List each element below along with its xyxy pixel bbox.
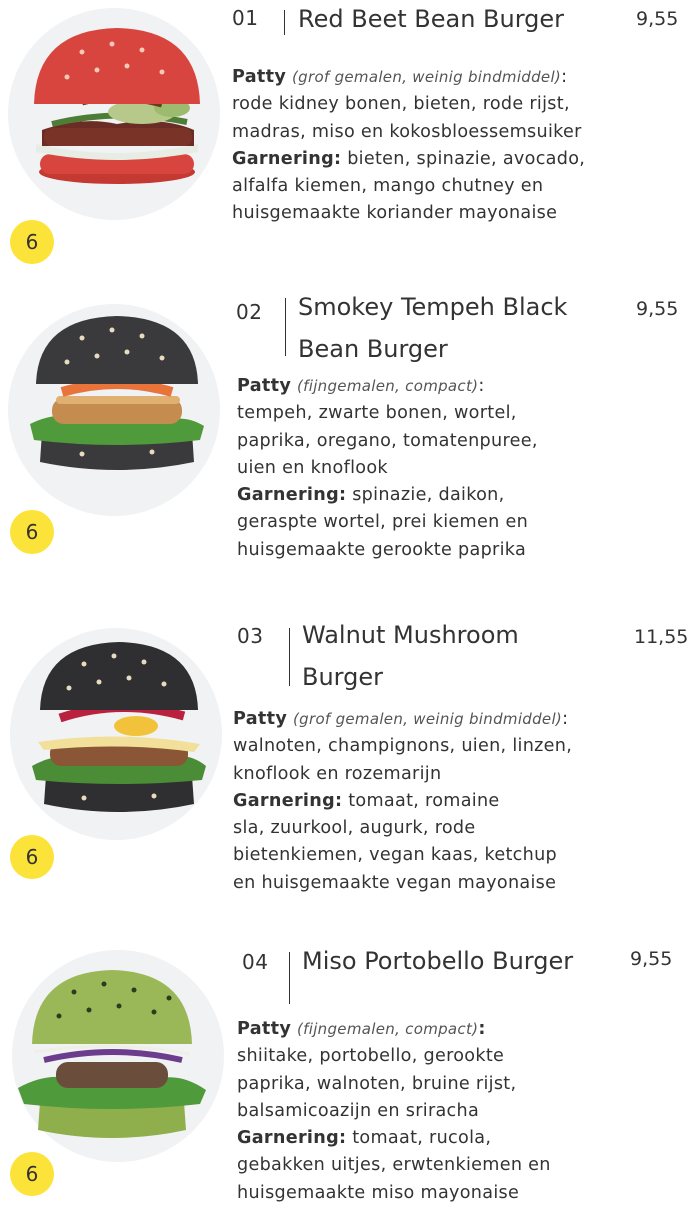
patty-label: Patty bbox=[237, 1019, 292, 1039]
item-price: 9,55 bbox=[636, 298, 679, 320]
patty-line: balsamicoazijn en sriracha bbox=[237, 1100, 480, 1121]
patty-line: tempeh, zwarte bonen, wortel, bbox=[237, 403, 517, 424]
garnish-line: geraspte wortel, prei kiemen en bbox=[237, 512, 529, 533]
item-name-line: Bean Burger bbox=[298, 335, 448, 363]
divider bbox=[284, 10, 285, 35]
item-name-line: Burger bbox=[302, 663, 383, 691]
patty-label: Patty bbox=[233, 709, 288, 729]
tempeh-black-burger-photo bbox=[30, 316, 204, 470]
patty-colon: : bbox=[561, 67, 568, 87]
patty-line: uien en knoflook bbox=[237, 457, 388, 478]
garnish-first: tomaat, romaine bbox=[342, 790, 500, 811]
patty-colon: : bbox=[562, 709, 569, 729]
patty-colon: : bbox=[478, 376, 485, 396]
garnish-first: spinazie, daikon, bbox=[346, 485, 505, 506]
garnish-line: huisgemaakte miso mayonaise bbox=[237, 1182, 520, 1203]
garnish-line: en huisgemaakte vegan mayonaise bbox=[233, 872, 557, 893]
patty-line: knoflook en rozemarijn bbox=[233, 763, 442, 784]
patty-line: shiitake, portobello, gerookte bbox=[237, 1046, 505, 1067]
item-price: 9,55 bbox=[630, 948, 673, 970]
patty-colon: : bbox=[478, 1019, 486, 1039]
badge: 6 bbox=[10, 835, 54, 879]
item-description: Patty (fijngemalen, compact): shiitake, … bbox=[237, 1016, 551, 1207]
garnish-label: Garnering: bbox=[237, 1128, 347, 1149]
item-description: Patty (grof gemalen, weinig bindmiddel):… bbox=[232, 64, 585, 228]
patty-line: paprika, walnoten, bruine rijst, bbox=[237, 1073, 517, 1094]
patty-note: (fijngemalen, compact) bbox=[297, 1020, 479, 1038]
item-name: Miso Portobello Burger bbox=[302, 947, 574, 975]
red-beet-burger-photo bbox=[34, 28, 200, 184]
garnish-line: bietenkiemen, vegan kaas, ketchup bbox=[233, 845, 558, 866]
item-name-line: Walnut Mushroom bbox=[302, 621, 519, 649]
walnut-mushroom-burger-photo bbox=[32, 642, 206, 812]
item-name-line: Smokey Tempeh Black bbox=[298, 293, 568, 321]
divider bbox=[289, 952, 290, 1004]
patty-label: Patty bbox=[237, 376, 292, 396]
badge: 6 bbox=[10, 220, 54, 264]
item-price: 11,55 bbox=[634, 626, 689, 648]
patty-label: Patty bbox=[232, 67, 287, 87]
patty-line: paprika, oregano, tomatenpuree, bbox=[237, 430, 538, 451]
garnish-first: tomaat, rucola, bbox=[346, 1128, 492, 1149]
divider bbox=[285, 298, 286, 356]
item-name: Red Beet Bean Burger bbox=[298, 5, 565, 33]
badge: 6 bbox=[10, 510, 54, 554]
garnish-line: sla, zuurkool, augurk, rode bbox=[233, 818, 476, 839]
garnish-line: huisgemaakte koriander mayonaise bbox=[232, 203, 558, 224]
garnish-label: Garnering: bbox=[237, 485, 347, 506]
miso-portobello-burger-photo bbox=[18, 970, 206, 1138]
item-description: Patty (grof gemalen, weinig bindmiddel):… bbox=[233, 706, 572, 897]
patty-note: (grof gemalen, weinig bindmiddel) bbox=[292, 68, 562, 86]
patty-note: (grof gemalen, weinig bindmiddel) bbox=[293, 710, 563, 728]
badge: 6 bbox=[10, 1152, 54, 1196]
garnish-line: huisgemaakte gerookte paprika bbox=[237, 539, 527, 560]
item-description: Patty (fijngemalen, compact): tempeh, zw… bbox=[237, 373, 538, 564]
garnish-first: bieten, spinazie, avocado, bbox=[341, 148, 586, 169]
garnish-label: Garnering: bbox=[233, 790, 343, 811]
item-number: 02 bbox=[236, 300, 263, 324]
garnish-line: gebakken uitjes, erwtenkiemen en bbox=[237, 1155, 551, 1176]
garnish-line: alfalfa kiemen, mango chutney en bbox=[232, 176, 544, 197]
patty-note: (fijngemalen, compact) bbox=[297, 377, 479, 395]
divider bbox=[289, 628, 290, 686]
patty-line: walnoten, champignons, uien, linzen, bbox=[233, 736, 573, 757]
patty-line: madras, miso en kokosbloessemsuiker bbox=[232, 121, 582, 142]
patty-line: rode kidney bonen, bieten, rode rijst, bbox=[232, 94, 570, 115]
item-number: 04 bbox=[242, 950, 269, 974]
item-price: 9,55 bbox=[636, 8, 679, 30]
garnish-label: Garnering: bbox=[232, 148, 342, 169]
item-number: 01 bbox=[232, 6, 259, 30]
item-number: 03 bbox=[237, 624, 264, 648]
